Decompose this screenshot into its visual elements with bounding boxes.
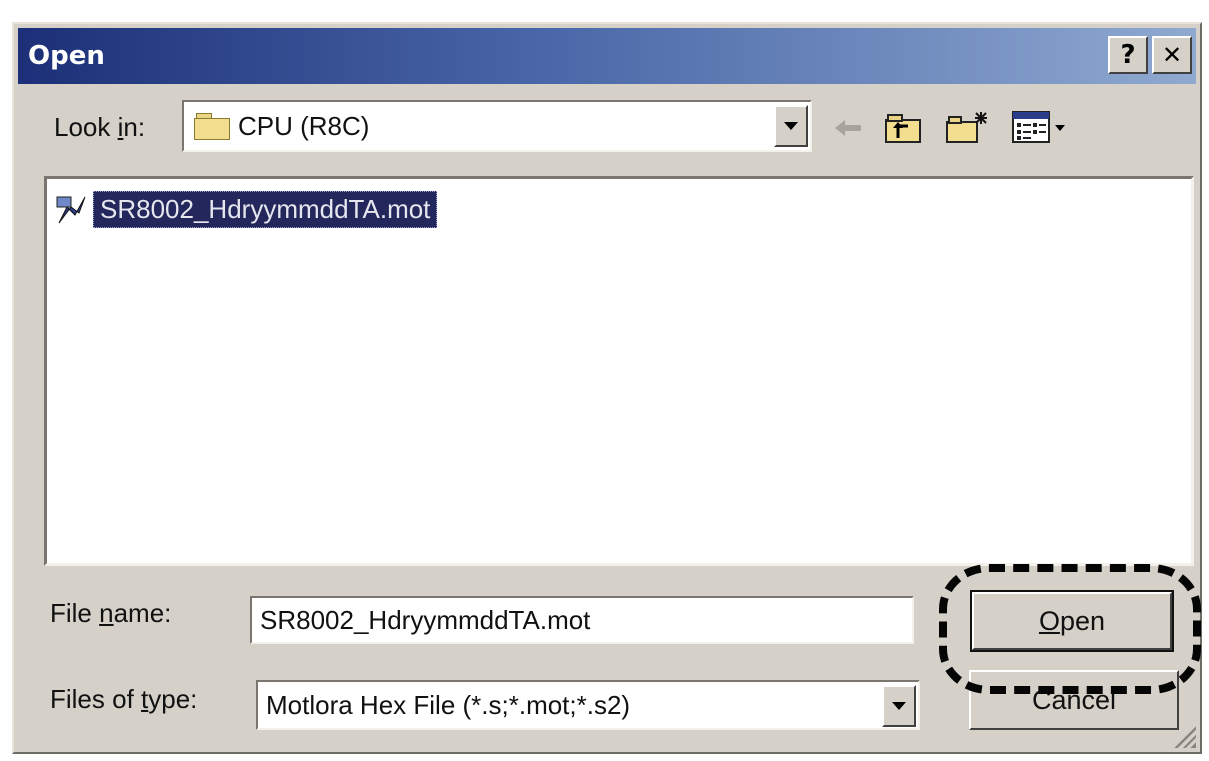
back-button[interactable] [828, 108, 868, 148]
file-type-value: Motlora Hex File (*.s;*.mot;*.s2) [266, 689, 631, 720]
file-list[interactable]: SR8002_HdryymmddTA.mot [44, 176, 1194, 566]
file-name: SR8002_HdryymmddTA.mot [93, 191, 438, 228]
view-menu-icon [1012, 111, 1065, 143]
file-type-label: Files of type: [50, 684, 198, 714]
look-in-dropdown[interactable]: CPU (R8C) [182, 100, 812, 152]
look-in-dropdown-button[interactable] [774, 105, 808, 147]
new-folder-button[interactable] [944, 108, 990, 148]
title-buttons: ? ✕ [1108, 36, 1192, 74]
file-type-dropdown-button[interactable] [882, 685, 916, 727]
chevron-down-icon [784, 122, 798, 130]
close-icon: ✕ [1161, 41, 1183, 69]
look-in-value: CPU (R8C) [238, 110, 370, 141]
resize-grip[interactable] [1172, 724, 1196, 748]
back-arrow-icon [835, 120, 861, 136]
file-name-input[interactable]: SR8002_HdryymmddTA.mot [250, 596, 914, 644]
up-one-level-icon [885, 114, 921, 143]
open-button[interactable]: Open [970, 590, 1174, 652]
new-folder-icon [946, 112, 987, 143]
close-button[interactable]: ✕ [1152, 36, 1192, 74]
view-menu-button[interactable] [1010, 108, 1074, 148]
file-icon [55, 193, 89, 227]
up-one-level-button[interactable] [882, 108, 926, 148]
help-button[interactable]: ? [1108, 36, 1148, 74]
window-title: Open [28, 41, 105, 71]
open-dialog: Open ? ✕ Look in: CPU (R8C) SR8002_Hdryy… [12, 22, 1202, 754]
cancel-button[interactable]: Cancel [969, 670, 1179, 730]
title-bar[interactable]: Open ? ✕ [18, 28, 1196, 84]
file-type-dropdown[interactable]: Motlora Hex File (*.s;*.mot;*.s2) [256, 680, 920, 730]
folder-icon [194, 113, 230, 140]
look-in-label: Look in: [54, 112, 146, 142]
file-name-label: File name: [50, 598, 172, 628]
list-item[interactable]: SR8002_HdryymmddTA.mot [55, 191, 438, 228]
chevron-down-icon [892, 702, 906, 710]
